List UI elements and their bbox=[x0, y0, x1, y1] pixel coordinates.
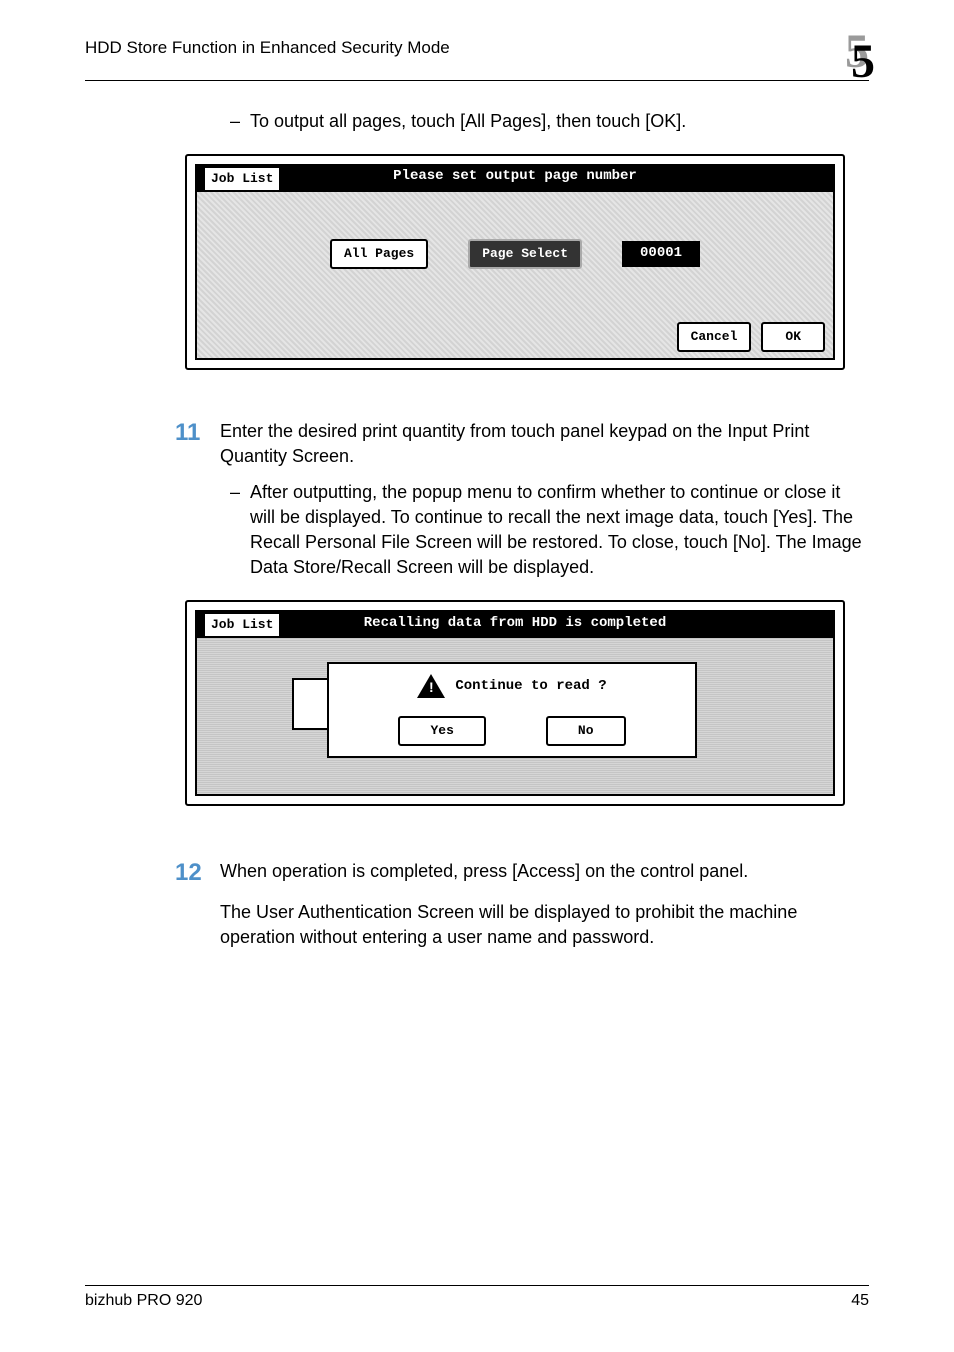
dialog-title: Recalling data from HDD is completed bbox=[364, 614, 666, 634]
page-header: HDD Store Function in Enhanced Security … bbox=[85, 30, 869, 81]
step-text: Enter the desired print quantity from to… bbox=[220, 416, 869, 469]
step-text: When operation is completed, press [Acce… bbox=[220, 856, 869, 890]
step-11: 11 Enter the desired print quantity from… bbox=[175, 416, 869, 469]
dialog-prompt: Continue to read ? bbox=[455, 677, 606, 697]
step-number: 11 bbox=[175, 416, 220, 469]
running-head: HDD Store Function in Enhanced Security … bbox=[85, 30, 450, 60]
job-list-tab[interactable]: Job List bbox=[203, 166, 281, 192]
page-number-readout: 00001 bbox=[622, 241, 700, 267]
all-pages-button[interactable]: All Pages bbox=[330, 239, 428, 269]
job-list-tab[interactable]: Job List bbox=[203, 612, 281, 638]
step-number: 12 bbox=[175, 856, 220, 890]
warning-icon: ! bbox=[417, 674, 445, 698]
continue-dialog: ! Continue to read ? Yes No bbox=[327, 662, 697, 758]
cancel-button[interactable]: Cancel bbox=[677, 322, 752, 352]
document-icon bbox=[292, 678, 330, 730]
intro-bullet: – To output all pages, touch [All Pages]… bbox=[220, 109, 869, 134]
page-select-button[interactable]: Page Select bbox=[468, 239, 582, 269]
page-footer: bizhub PRO 920 45 bbox=[85, 1285, 869, 1312]
no-button[interactable]: No bbox=[546, 716, 626, 746]
chapter-number: 5 5 bbox=[814, 30, 869, 78]
screenshot-continue-read: Job List Recalling data from HDD is comp… bbox=[185, 600, 845, 806]
yes-button[interactable]: Yes bbox=[398, 716, 485, 746]
product-name: bizhub PRO 920 bbox=[85, 1290, 202, 1312]
step-12: 12 When operation is completed, press [A… bbox=[175, 856, 869, 890]
screenshot-output-page: Job List Please set output page number A… bbox=[185, 154, 845, 370]
ok-button[interactable]: OK bbox=[761, 322, 825, 352]
page-number: 45 bbox=[851, 1290, 869, 1312]
dialog-title: Please set output page number bbox=[393, 167, 637, 187]
step-12-para2: The User Authentication Screen will be d… bbox=[220, 900, 869, 950]
step-11-sub: – After outputting, the popup menu to co… bbox=[220, 480, 869, 581]
